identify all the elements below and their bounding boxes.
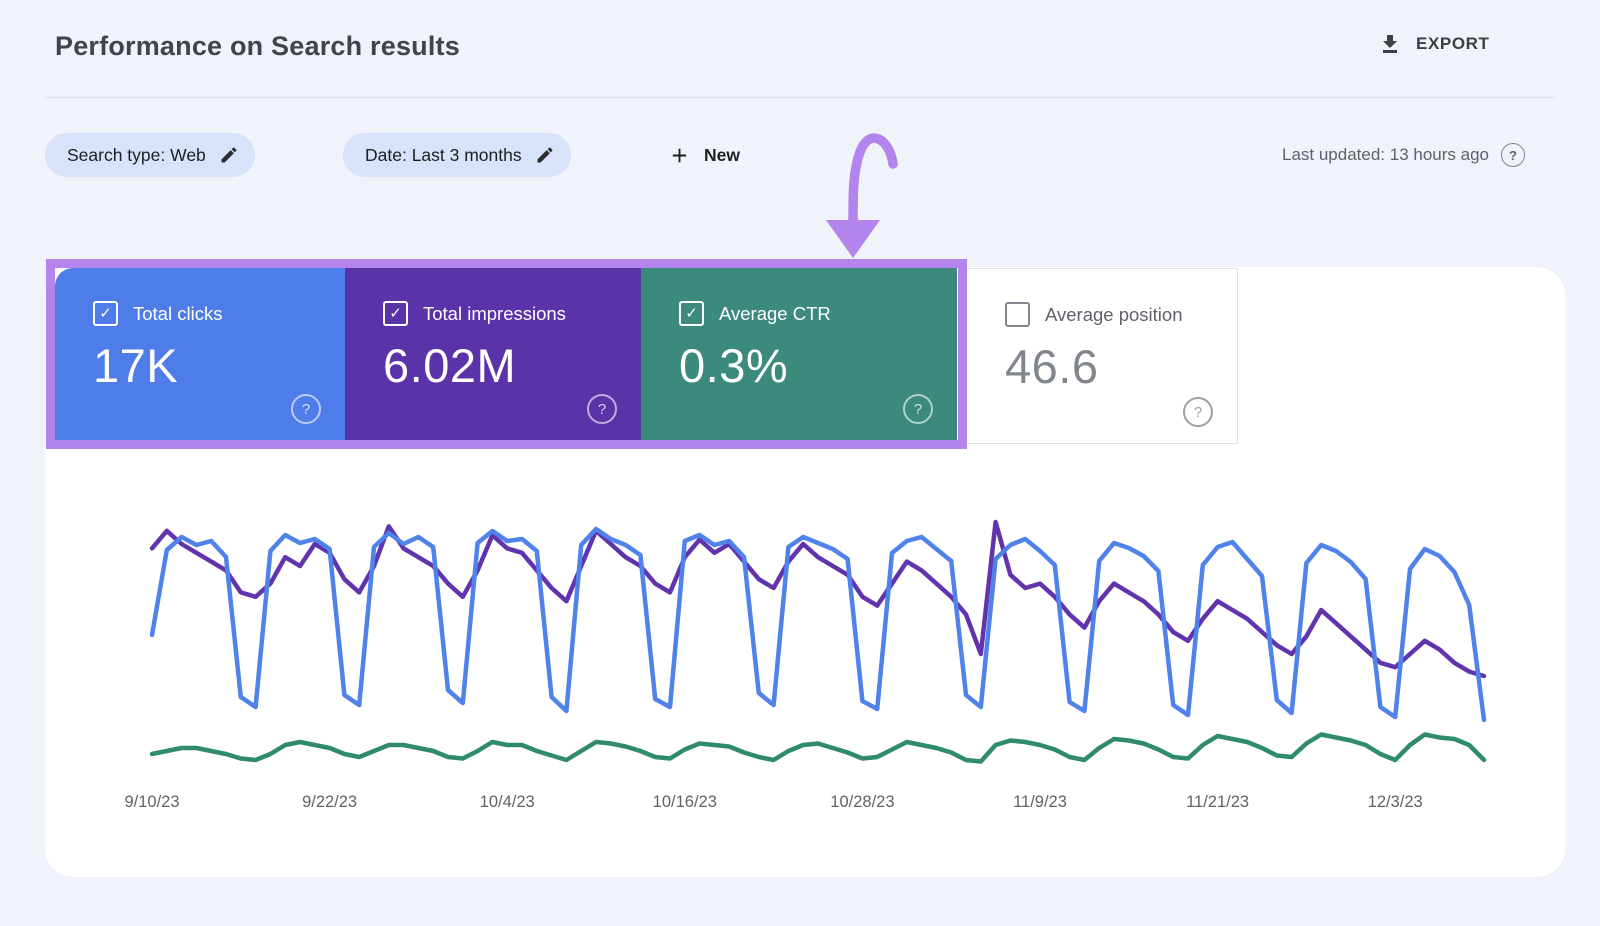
x-axis-tick-label: 10/16/23	[653, 793, 717, 812]
x-axis-tick-label: 9/10/23	[124, 793, 179, 812]
download-icon	[1378, 32, 1402, 56]
new-filter-button[interactable]: New	[668, 133, 740, 177]
total-impressions-label: Total impressions	[423, 303, 566, 325]
search-type-chip-label: Search type: Web	[67, 145, 206, 166]
new-filter-label: New	[704, 145, 740, 166]
plus-icon	[668, 144, 691, 167]
metric-card-average-position[interactable]: Average position 46.6	[966, 268, 1238, 444]
metric-card-total-impressions[interactable]: Total impressions 6.02M	[345, 268, 641, 440]
help-icon[interactable]	[1501, 143, 1525, 167]
x-axis-tick-label: 10/28/23	[830, 793, 894, 812]
search-type-chip[interactable]: Search type: Web	[45, 133, 255, 177]
x-axis-tick-label: 11/9/23	[1013, 793, 1067, 812]
question-circle-icon[interactable]	[587, 394, 617, 424]
question-circle-icon[interactable]	[903, 394, 933, 424]
edit-pencil-icon[interactable]	[535, 145, 555, 165]
total-clicks-checkbox[interactable]	[93, 301, 118, 326]
last-updated-text: Last updated: 13 hours ago	[1282, 145, 1489, 165]
average-position-value: 46.6	[1005, 339, 1098, 394]
question-circle-icon[interactable]	[291, 394, 321, 424]
date-filter-chip[interactable]: Date: Last 3 months	[343, 133, 571, 177]
metric-card-average-ctr[interactable]: Average CTR 0.3%	[641, 268, 957, 440]
x-axis-tick-label: 11/21/23	[1186, 793, 1249, 812]
performance-chart[interactable]	[90, 490, 1510, 790]
total-clicks-label: Total clicks	[133, 303, 222, 325]
total-impressions-checkbox[interactable]	[383, 301, 408, 326]
export-label: EXPORT	[1416, 34, 1490, 54]
page-title: Performance on Search results	[55, 31, 460, 62]
average-ctr-label: Average CTR	[719, 303, 831, 325]
average-position-label: Average position	[1045, 304, 1182, 326]
last-updated: Last updated: 13 hours ago	[1282, 133, 1525, 177]
x-axis-tick-label: 10/4/23	[480, 793, 535, 812]
x-axis-tick-label: 9/22/23	[302, 793, 357, 812]
annotation-arrow	[790, 118, 940, 268]
total-clicks-value: 17K	[93, 338, 178, 393]
average-ctr-value: 0.3%	[679, 338, 788, 393]
average-ctr-checkbox[interactable]	[679, 301, 704, 326]
edit-pencil-icon[interactable]	[219, 145, 239, 165]
total-impressions-value: 6.02M	[383, 338, 516, 393]
metric-card-total-clicks[interactable]: Total clicks 17K	[55, 268, 345, 440]
date-filter-chip-label: Date: Last 3 months	[365, 145, 522, 166]
question-circle-icon[interactable]	[1183, 397, 1213, 427]
export-button[interactable]: EXPORT	[1378, 32, 1490, 56]
average-position-checkbox[interactable]	[1005, 302, 1030, 327]
x-axis-tick-label: 12/3/23	[1368, 793, 1423, 812]
header-divider	[45, 97, 1555, 98]
